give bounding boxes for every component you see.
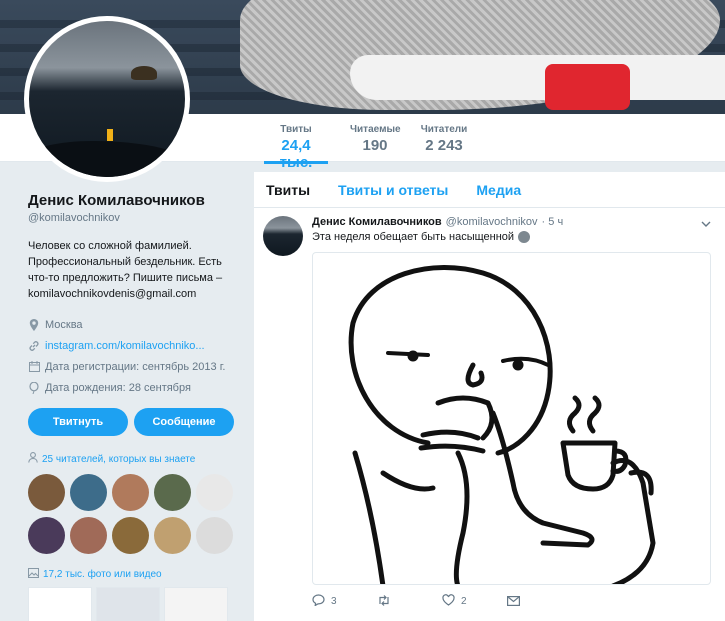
like-count: 2	[461, 596, 467, 607]
tab-tweets-and-replies[interactable]: Твиты и ответы	[338, 182, 448, 198]
calendar-icon	[28, 361, 40, 373]
tweet-author-name[interactable]: Денис Комилавочников	[312, 216, 442, 228]
tweet[interactable]: Денис Комилавочников @komilavochnikov · …	[254, 208, 725, 609]
tweet-button[interactable]: Твитнуть	[28, 408, 128, 436]
tweet-text: Эта неделя обещает быть насыщенной	[312, 231, 515, 243]
tweet-timestamp[interactable]: · 5 ч	[542, 216, 564, 228]
person-icon	[28, 452, 38, 466]
photos-videos-link[interactable]: 17,2 тыс. фото или видео	[28, 568, 238, 581]
profile-name[interactable]: Денис Комилавочников	[28, 192, 238, 209]
stat-value: 190	[362, 137, 388, 154]
stat-label: Читатели	[420, 124, 468, 135]
image-icon	[28, 568, 39, 581]
location-pin-icon	[28, 318, 40, 331]
follower-avatar[interactable]	[112, 474, 149, 511]
follower-avatar[interactable]	[154, 517, 191, 554]
follower-avatar[interactable]	[70, 517, 107, 554]
profile-location: Москва	[45, 318, 83, 331]
reply-count: 3	[331, 596, 337, 607]
tweet-actions: 3 2	[312, 594, 713, 609]
follower-avatar[interactable]	[112, 517, 149, 554]
media-count-text: 17,2 тыс. фото или видео	[43, 569, 162, 580]
media-thumbnails	[28, 587, 238, 621]
profile-handle[interactable]: @komilavochnikov	[28, 212, 238, 224]
follower-avatar[interactable]	[28, 474, 65, 511]
bio-line: что-то предложить? Пишите письма –	[28, 272, 223, 284]
tweet-author-handle[interactable]: @komilavochnikov	[446, 216, 538, 228]
heart-icon	[442, 594, 455, 609]
stat-following[interactable]: Читаемые 190	[350, 124, 401, 154]
reply-icon	[312, 594, 325, 609]
media-thumbnail[interactable]	[28, 587, 92, 621]
stat-value: 24,4 тыс.	[279, 137, 313, 171]
profile-card: Денис Комилавочников @komilavochnikov Че…	[28, 192, 238, 621]
follower-avatar[interactable]	[196, 517, 233, 554]
link-icon	[28, 340, 40, 352]
media-thumbnail[interactable]	[164, 587, 228, 621]
timeline-tabs: Твиты Твиты и ответы Медиа	[254, 172, 725, 208]
bio-line: Человек со сложной фамилией.	[28, 240, 192, 252]
tweet-image[interactable]	[312, 252, 711, 585]
follower-avatars	[28, 474, 238, 554]
stat-label: Читаемые	[350, 124, 401, 135]
follower-avatar[interactable]	[28, 517, 65, 554]
profile-meta: Москва instagram.com/komilavochniko... Д…	[28, 314, 238, 398]
stat-label: Твиты	[280, 124, 312, 135]
profile-avatar[interactable]	[24, 16, 190, 182]
profile-website-link[interactable]: instagram.com/komilavochniko...	[45, 340, 205, 352]
retweet-action[interactable]	[377, 594, 442, 609]
follower-avatar[interactable]	[70, 474, 107, 511]
like-action[interactable]: 2	[442, 594, 507, 609]
followers-you-know-link[interactable]: 25 читателей, которых вы знаете	[28, 452, 238, 466]
coffee-meme-drawing	[348, 265, 656, 584]
follower-avatar[interactable]	[154, 474, 191, 511]
message-button[interactable]: Сообщение	[134, 408, 234, 436]
timeline: Твиты Твиты и ответы Медиа Денис Комилав…	[254, 172, 725, 621]
direct-message-action[interactable]	[507, 595, 572, 609]
media-thumbnail[interactable]	[96, 587, 160, 621]
retweet-icon	[377, 594, 391, 609]
chevron-down-icon[interactable]	[701, 218, 711, 230]
tweet-avatar[interactable]	[263, 216, 303, 256]
profile-joined-date: Дата регистрации: сентябрь 2013 г.	[45, 360, 226, 373]
reply-action[interactable]: 3	[312, 594, 377, 609]
follower-avatar[interactable]	[196, 474, 233, 511]
stat-followers[interactable]: Читатели 2 243	[420, 124, 468, 154]
profile-birthday: Дата рождения: 28 сентября	[45, 381, 191, 394]
neutral-face-emoji-icon	[518, 231, 531, 243]
stat-value: 2 243	[425, 137, 463, 154]
bio-line: komilavochnikovdenis@gmail.com	[28, 288, 197, 300]
profile-bio: Человек со сложной фамилией. Профессиона…	[28, 238, 238, 302]
envelope-icon	[507, 595, 521, 609]
stat-tweets[interactable]: Твиты 24,4 тыс.	[264, 124, 328, 171]
tab-tweets[interactable]: Твиты	[266, 182, 310, 198]
tab-media[interactable]: Медиа	[476, 182, 521, 198]
bio-line: Профессиональный бездельник. Есть	[28, 256, 222, 268]
balloon-icon	[28, 381, 40, 394]
followers-you-know-text: 25 читателей, которых вы знаете	[42, 453, 196, 465]
